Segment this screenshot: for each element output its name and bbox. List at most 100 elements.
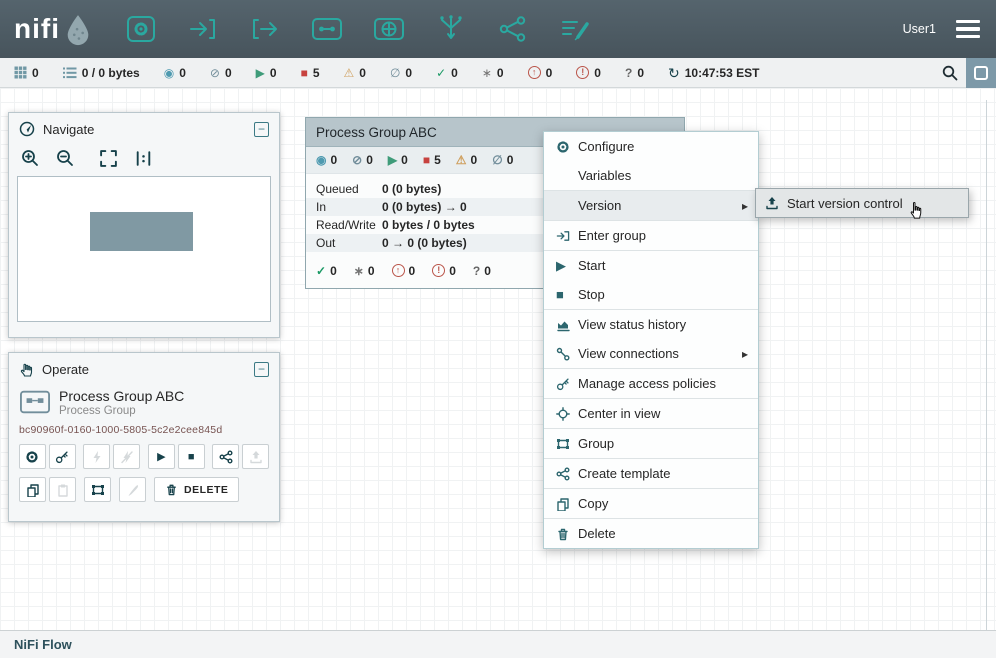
flow-canvas[interactable]: Process Group ABC ◉ 0 ⊘ 0 ▶ 0 ■ 5 <box>0 88 996 630</box>
zoom-fit-icon[interactable] <box>99 149 118 168</box>
pg-disabled-stat: ∅ 0 <box>492 153 513 167</box>
menu-item-view-status-history[interactable]: View status history <box>544 310 758 339</box>
input-port-tool[interactable] <box>185 11 221 47</box>
stale-icon: ↑ <box>392 264 405 277</box>
play-icon: ▶ <box>157 450 165 463</box>
delete-button[interactable]: DELETE <box>154 477 239 502</box>
output-port-tool[interactable] <box>247 11 283 47</box>
pg-locally-modified-stale-count: 0 <box>449 264 456 278</box>
collapse-operate-button[interactable]: − <box>254 362 269 377</box>
current-user[interactable]: User1 <box>903 22 936 36</box>
copy-icon <box>26 483 40 497</box>
locally-modified-count: 0 <box>497 66 504 80</box>
metric-value: 0 → 0 (0 bytes) <box>382 236 467 250</box>
configure-button[interactable] <box>19 444 46 469</box>
label-icon <box>558 12 592 46</box>
disable-button[interactable] <box>113 444 140 469</box>
chart-icon <box>556 318 578 332</box>
funnel-icon <box>434 12 468 46</box>
menu-item-start[interactable]: ▶ Start <box>544 251 758 280</box>
search-button[interactable] <box>934 58 966 88</box>
breadcrumb[interactable]: NiFi Flow <box>14 637 72 652</box>
template-tool[interactable] <box>495 11 531 47</box>
menu-item-configure[interactable]: Configure <box>544 132 758 161</box>
zoom-in-icon[interactable] <box>21 149 40 168</box>
input-port-icon <box>186 12 220 46</box>
menu-item-manage-access-policies[interactable]: Manage access policies <box>544 369 758 398</box>
queued-list-icon <box>63 67 77 79</box>
stop-button[interactable]: ■ <box>178 444 205 469</box>
operate-panel-title: Operate <box>42 362 89 377</box>
zoom-out-icon[interactable] <box>56 149 75 168</box>
menu-item-label: View connections <box>578 346 679 361</box>
running-icon: ▶ <box>256 67 265 79</box>
menu-item-delete[interactable]: Delete <box>544 519 758 548</box>
operate-body: Process Group ABC Process Group bc90960f… <box>9 385 279 502</box>
processor-tool[interactable] <box>123 11 159 47</box>
gear-icon <box>556 140 578 154</box>
trash-icon <box>556 527 578 541</box>
menu-item-enter-group[interactable]: Enter group <box>544 221 758 250</box>
pg-transmitting-stat: ◉ 0 <box>316 153 337 167</box>
birdseye-toggle-button[interactable] <box>966 58 996 88</box>
operate-buttons-row-2: DELETE <box>19 477 269 502</box>
menu-item-copy[interactable]: Copy <box>544 489 758 518</box>
zoom-actual-size-icon[interactable] <box>134 149 153 168</box>
header-right: User1 <box>903 16 982 43</box>
disabled-count: 0 <box>405 66 412 80</box>
output-port-icon <box>248 12 282 46</box>
pg-running-stat: ▶ 0 <box>388 153 408 167</box>
global-menu-button[interactable] <box>954 16 982 43</box>
remote-process-group-tool[interactable] <box>371 11 407 47</box>
birdseye-minimap[interactable] <box>17 176 271 322</box>
menu-item-center-in-view[interactable]: Center in view <box>544 399 758 428</box>
remote-process-group-icon <box>372 12 406 46</box>
process-group-name: Process Group ABC <box>316 125 437 140</box>
refresh-icon[interactable]: ↻ <box>668 66 680 80</box>
funnel-tool[interactable] <box>433 11 469 47</box>
pg-not-transmitting-count: 0 <box>366 153 373 167</box>
navigate-panel: Navigate − <box>8 112 280 338</box>
not-transmitting-count: 0 <box>225 66 232 80</box>
template-icon <box>496 12 530 46</box>
invalid-stat: ⚠ 0 <box>344 66 366 80</box>
submenu-item-start-version-control[interactable]: Start version control <box>787 196 903 211</box>
delete-button-label: DELETE <box>184 484 228 496</box>
group-button[interactable] <box>84 477 111 502</box>
active-threads-stat: 0 <box>14 66 39 80</box>
enable-button[interactable] <box>83 444 110 469</box>
connections-icon <box>556 347 578 361</box>
start-button[interactable]: ▶ <box>148 444 175 469</box>
create-template-button[interactable] <box>212 444 239 469</box>
menu-item-variables[interactable]: Variables <box>544 161 758 190</box>
metric-label: Queued <box>316 182 382 196</box>
collapse-navigate-button[interactable]: − <box>254 122 269 137</box>
menu-item-group[interactable]: Group <box>544 429 758 458</box>
upload-template-button[interactable] <box>242 444 269 469</box>
fill-color-button[interactable] <box>119 477 146 502</box>
invalid-icon: ⚠ <box>344 67 355 79</box>
menu-item-version[interactable]: Version ▸ <box>544 191 758 220</box>
process-group-tool[interactable] <box>309 11 345 47</box>
locally-modified-icon: ∗ <box>482 67 492 79</box>
label-tool[interactable] <box>557 11 593 47</box>
copy-button[interactable] <box>19 477 46 502</box>
menu-item-stop[interactable]: ■ Stop <box>544 280 758 309</box>
paste-button[interactable] <box>49 477 76 502</box>
operate-panel-header: Operate − <box>9 353 279 385</box>
menu-item-create-template[interactable]: Create template <box>544 459 758 488</box>
stopped-count: 5 <box>313 66 320 80</box>
transmitting-count: 0 <box>179 66 186 80</box>
menu-item-view-connections[interactable]: View connections ▸ <box>544 339 758 368</box>
minimap-process-group-rect[interactable] <box>90 212 193 251</box>
transmitting-icon: ◉ <box>164 67 174 79</box>
pg-stopped-count: 5 <box>434 153 441 167</box>
group-icon <box>91 483 105 497</box>
navigate-panel-title: Navigate <box>43 122 94 137</box>
operate-hand-icon <box>19 362 34 377</box>
paste-icon <box>56 483 70 497</box>
locally-modified-stale-icon: ! <box>576 66 589 79</box>
access-policies-button[interactable] <box>49 444 76 469</box>
metric-value: 0 bytes / 0 bytes <box>382 218 475 232</box>
last-refresh: ↻ 10:47:53 EST <box>668 66 759 80</box>
